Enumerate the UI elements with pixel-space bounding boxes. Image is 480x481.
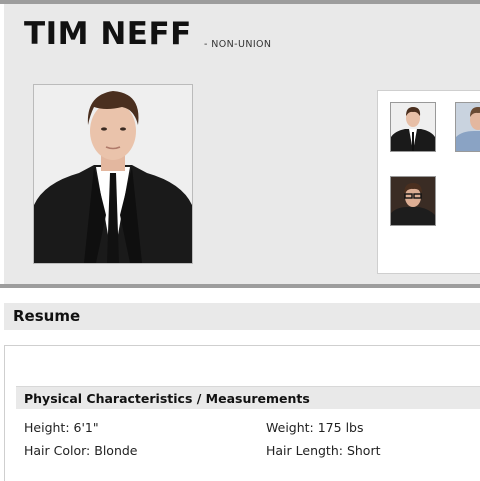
- resume-content: [4, 345, 480, 481]
- resume-header: Resume: [4, 303, 480, 330]
- gallery-thumbnail[interactable]: [390, 102, 436, 152]
- gallery-thumbnail[interactable]: [390, 176, 436, 226]
- talent-name: TIM NEFF: [24, 16, 192, 52]
- hair-color-attribute: Hair Color: Blonde: [24, 443, 138, 458]
- resume-title: Resume: [13, 307, 81, 325]
- union-status: - NON-UNION: [204, 39, 272, 50]
- hair-length-attribute: Hair Length: Short: [266, 443, 381, 458]
- main-headshot: [33, 84, 193, 264]
- height-attribute: Height: 6'1": [24, 420, 99, 435]
- headshot-image: [34, 85, 192, 263]
- photo-gallery: [377, 90, 480, 274]
- header-bottom-divider: [0, 284, 480, 288]
- physical-characteristics-header: Physical Characteristics / Measurements: [16, 386, 480, 409]
- section-title: Physical Characteristics / Measurements: [24, 391, 310, 406]
- gallery-thumbnail[interactable]: [455, 102, 480, 152]
- weight-attribute: Weight: 175 lbs: [266, 420, 364, 435]
